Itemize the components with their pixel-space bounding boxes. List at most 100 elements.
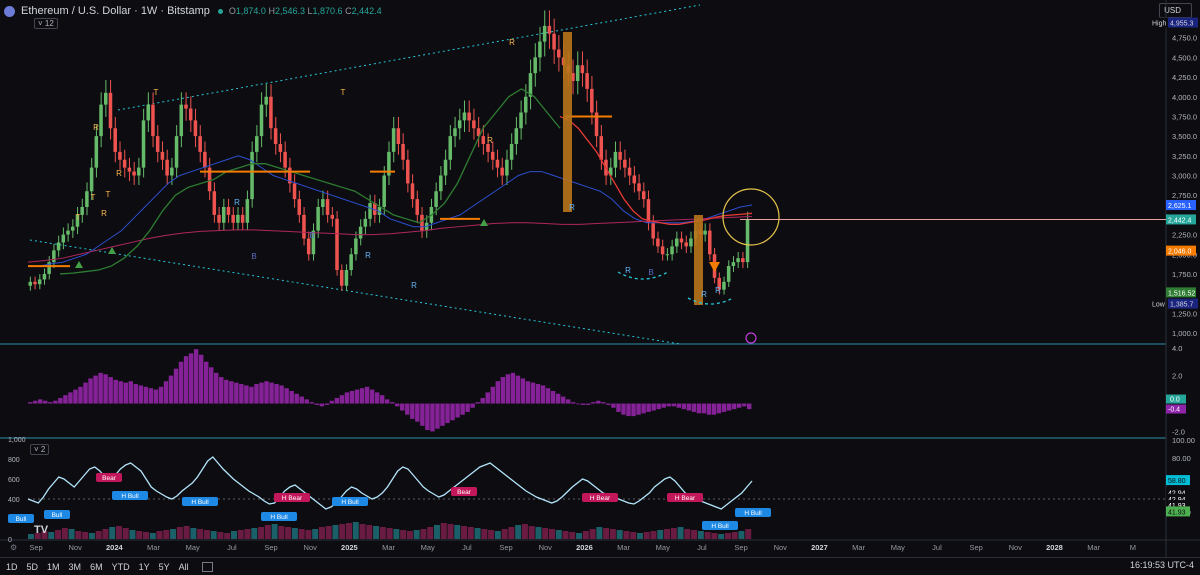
chart-canvas[interactable]: T TTTTRRRRRRRRRR RRBBB4,750.04,500.04,250.…	[0, 0, 1200, 557]
candle-body	[509, 144, 514, 160]
candle-body	[495, 159, 500, 168]
macd-histogram-bar	[415, 403, 420, 422]
time-axis-label: Jul	[462, 543, 472, 552]
volume-bar	[596, 527, 603, 539]
macd-histogram-bar	[364, 386, 370, 404]
macd-histogram-bar	[73, 389, 78, 404]
timeframe-6m[interactable]: 6M	[90, 562, 103, 572]
macd-histogram-bar	[581, 403, 586, 405]
macd-histogram-bar	[701, 403, 707, 414]
candle-body	[94, 136, 99, 168]
macd-histogram-bar	[535, 384, 541, 404]
candle-body	[236, 214, 240, 223]
volume-bar	[136, 531, 143, 539]
volume-bar	[738, 531, 745, 539]
signal-letter: T	[154, 88, 159, 97]
volume-bar	[603, 528, 610, 539]
macd-histogram-bar	[545, 388, 551, 404]
candle-body	[637, 183, 641, 192]
macd-histogram-bar	[374, 392, 380, 404]
macd-histogram-bar	[133, 384, 139, 404]
chart-root: Ethereum / U.S. Dollar · 1W · Bitstamp O…	[0, 0, 1200, 575]
macd-histogram-bar	[198, 354, 204, 404]
candle-body	[542, 25, 547, 42]
candle-body	[330, 214, 335, 219]
signal-letter: T	[91, 193, 96, 202]
price-tick-label: 3,250.0	[1172, 152, 1197, 161]
time-axis-label: 2025	[341, 543, 358, 552]
candle-body	[575, 65, 580, 81]
macd-histogram-bar	[153, 389, 159, 404]
timeframe-ytd[interactable]: YTD	[112, 562, 130, 572]
rsi-pane-collapse-button[interactable]: ˅ 2	[30, 444, 50, 455]
buy-signal-triangle	[480, 219, 488, 226]
macd-histogram-bar	[279, 385, 284, 404]
clock-timezone[interactable]: 16:19:53 UTC-4	[1130, 560, 1194, 570]
volume-bar	[95, 531, 102, 539]
macd-histogram-bar	[606, 403, 611, 405]
macd-histogram-bar	[43, 400, 48, 404]
price-tag-label: 1,516.52	[1168, 290, 1195, 297]
time-axis-label: May	[421, 543, 435, 552]
timeframe-1d[interactable]: 1D	[6, 562, 18, 572]
candle-body	[137, 167, 141, 176]
macd-histogram-bar	[163, 381, 169, 404]
candle-body	[703, 230, 707, 235]
hbear-label: H Bear	[282, 495, 303, 502]
rsi-tag-label: 58.80	[1168, 478, 1186, 485]
volume-bar	[718, 534, 725, 539]
macd-histogram-bar	[249, 386, 254, 404]
timeframe-1m[interactable]: 1M	[47, 562, 60, 572]
bull-label: Bull	[16, 516, 27, 523]
volume-bar	[562, 531, 569, 539]
volume-bar	[467, 527, 474, 539]
macd-histogram-bar	[641, 403, 646, 414]
macd-histogram-bar	[264, 381, 269, 404]
volume-bar	[684, 529, 691, 539]
candle-body	[321, 199, 325, 207]
candle-body	[580, 65, 585, 74]
macd-histogram-bar	[209, 367, 214, 404]
candle-body	[462, 112, 467, 121]
volume-bar	[48, 532, 55, 539]
volume-bar	[346, 523, 352, 539]
candle-body	[70, 226, 75, 231]
candle-body	[203, 151, 207, 168]
candle-body	[56, 242, 61, 251]
volume-bar	[630, 532, 637, 539]
candle-body	[339, 270, 344, 286]
price-tick-label: 1,000.0	[1172, 329, 1197, 338]
timeframe-5d[interactable]: 5D	[27, 562, 39, 572]
candle-body	[410, 183, 415, 200]
timeframe-3m[interactable]: 3M	[69, 562, 82, 572]
candle-body	[623, 159, 627, 168]
signal-letter: R	[715, 286, 721, 295]
volume-bar	[677, 527, 684, 539]
volume-bar	[163, 530, 170, 539]
candle-body	[660, 246, 665, 255]
price-tag-label: 2,046.0	[1168, 249, 1191, 256]
macd-histogram-bar	[530, 382, 536, 404]
macd-histogram-bar	[726, 403, 732, 411]
signal-letter: T	[76, 213, 81, 222]
date-range-calendar-icon[interactable]	[201, 561, 213, 572]
macd-histogram-bar	[98, 372, 103, 404]
macd-histogram-bar	[591, 402, 596, 404]
timeframe-5y[interactable]: 5Y	[159, 562, 170, 572]
volume-bar	[305, 530, 312, 539]
bear-label: Bear	[102, 475, 117, 482]
candle-body	[590, 88, 594, 113]
macd-histogram-bar	[571, 402, 576, 404]
candle-body	[472, 120, 476, 129]
volume-bar	[258, 527, 265, 539]
volume-bar	[359, 524, 366, 539]
timeframe-all[interactable]: All	[179, 562, 189, 572]
macd-histogram-bar	[349, 391, 355, 404]
macd-histogram-bar	[400, 403, 405, 411]
macd-histogram-bar	[123, 382, 128, 404]
volume-bar	[447, 524, 454, 539]
time-axis-label: Sep	[264, 543, 277, 552]
volume-bar	[278, 526, 285, 539]
volume-bar	[501, 529, 508, 539]
timeframe-1y[interactable]: 1Y	[139, 562, 150, 572]
